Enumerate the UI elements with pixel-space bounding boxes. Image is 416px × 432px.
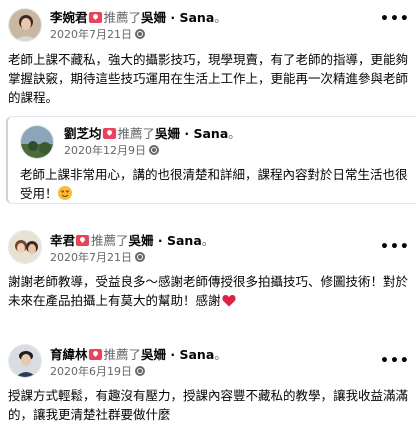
avatar[interactable] (8, 230, 42, 264)
post-date[interactable]: 2020年12月9日 (64, 144, 146, 157)
post-date[interactable]: 2020年7月21日 (50, 28, 132, 41)
separator: 。 (214, 10, 227, 25)
more-options-button[interactable]: ••• (380, 12, 409, 28)
author-name[interactable]: 李婉君 (50, 10, 88, 25)
globe-icon (135, 29, 145, 39)
globe-icon (149, 145, 159, 155)
globe-icon (135, 252, 145, 262)
heart-eyes-emoji-icon (57, 186, 72, 200)
post-body: 授課方式輕鬆，有趣沒有壓力，授課內容豐不藏私的教學，讓我收益滿滿的，讓我更清楚社… (8, 388, 409, 422)
post-date[interactable]: 2020年7月21日 (50, 251, 132, 264)
page-name[interactable]: 吳姍 · Sana (141, 10, 214, 25)
review-post: 幸君 推薦了吳姍 · Sana。 2020年7月21日 ••• 謝謝老師教導，受益… (0, 222, 416, 322)
avatar[interactable] (20, 125, 54, 159)
separator: 。 (228, 126, 241, 141)
recommend-label: 推薦了 (103, 347, 142, 362)
review-post: 劉芝均 推薦了吳姍 · Sana。 2020年12月9日 老師上課非常用心，講的也… (6, 116, 416, 204)
recommend-icon (88, 349, 102, 360)
recommend-label: 推薦了 (91, 233, 129, 248)
post-body: 謝謝老師教導，受益良多～感謝老師傳授很多拍攝技巧、修圖技術！對於未來在產品拍攝上… (8, 274, 409, 308)
post-body: 老師上課非常用心，講的也很清楚和詳細，課程內容對於日常生活也很受用！ (20, 167, 408, 201)
more-options-button[interactable]: ••• (380, 354, 409, 370)
recommend-label: 推薦了 (117, 126, 156, 141)
separator: 。 (214, 347, 227, 362)
heart-icon (221, 293, 236, 312)
post-date[interactable]: 2020年6月19日 (50, 365, 132, 378)
author-name[interactable]: 幸君 (50, 233, 75, 248)
avatar[interactable] (8, 344, 42, 378)
recommend-icon (76, 235, 90, 246)
page-name[interactable]: 吳姍 · Sana (141, 347, 214, 362)
review-post: 李婉君 推薦了吳姍 · Sana。 2020年7月21日 ••• 老師上課不藏私，… (0, 0, 416, 110)
author-name[interactable]: 育緯林 (50, 347, 88, 362)
avatar[interactable] (8, 8, 42, 42)
post-body: 老師上課不藏私，強大的攝影技巧，現學現賣，有了老師的指導，更能夠掌握訣竅，期待這… (8, 52, 409, 105)
page-name[interactable]: 吳姍 · Sana (129, 233, 202, 248)
page-name[interactable]: 吳姍 · Sana (155, 126, 228, 141)
recommend-label: 推薦了 (103, 10, 142, 25)
author-name[interactable]: 劉芝均 (64, 126, 102, 141)
recommend-icon (88, 12, 102, 23)
globe-icon (135, 366, 145, 376)
separator: 。 (201, 233, 215, 248)
more-options-button[interactable]: ••• (380, 240, 409, 256)
recommend-icon (102, 128, 116, 139)
review-post: 育緯林 推薦了吳姍 · Sana。 2020年6月19日 ••• 授課方式輕鬆，有… (0, 336, 416, 432)
